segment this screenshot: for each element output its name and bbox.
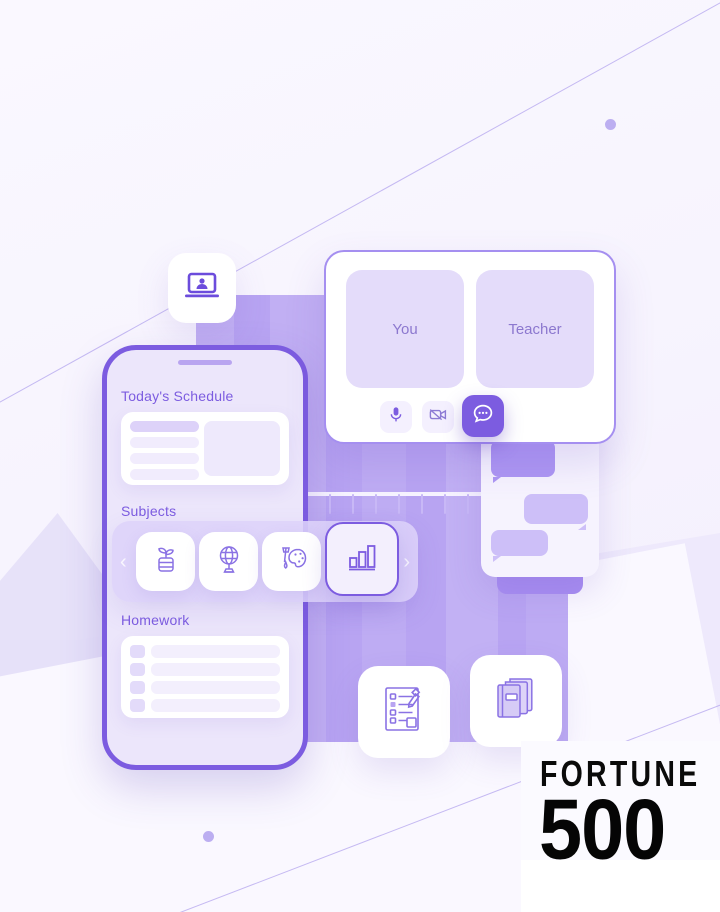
homework-checkbox[interactable] [130,645,145,658]
schedule-row [130,453,199,464]
schedule-preview [204,421,280,476]
subject-carousel: ‹ › [112,521,418,602]
message-bubble-outgoing [524,494,588,524]
ruler-tick [352,494,354,514]
homework-item-label [151,663,280,676]
carousel-prev-button[interactable]: ‹ [120,552,127,572]
video-off-icon [429,407,447,427]
globe-icon [213,543,245,581]
ruler-tick [444,494,446,514]
palette-icon [275,544,309,579]
measuring-ruler [300,492,496,520]
microphone-icon [389,406,403,428]
subject-tile-biology[interactable] [136,532,195,591]
homework-item-label [151,681,280,694]
homework-section-title: Homework [121,612,190,628]
plant-icon [151,543,181,580]
homework-item-label [151,699,280,712]
books-tile[interactable] [470,655,562,747]
video-tile-you[interactable]: You [346,270,464,388]
subject-tile-art[interactable] [262,532,321,591]
subjects-section-title: Subjects [121,503,177,519]
badge-panel-base [521,860,720,912]
illustration-canvas: Today's Schedule Subjects Homework ‹ › Y… [0,0,720,912]
message-bubble-incoming [491,530,548,562]
homework-card[interactable] [121,636,289,718]
video-tile-teacher[interactable]: Teacher [476,270,594,388]
ruler-tick [375,494,377,514]
ruler-tick [329,494,331,514]
ruler-tick [398,494,400,514]
video-call-card: You Teacher [324,250,616,444]
homework-item[interactable] [130,681,280,694]
homework-item[interactable] [130,699,280,712]
laptop-person-icon [183,271,221,306]
video-tile-teacher-label: Teacher [508,320,562,338]
homework-checkbox[interactable] [130,681,145,694]
phone-speaker-notch [178,360,232,365]
online-class-tile[interactable] [168,253,236,323]
message-bubble-incoming [491,440,555,483]
homework-item[interactable] [130,645,280,658]
accent-dot-bottom-left [203,831,214,842]
mute-toggle-button[interactable] [380,401,412,433]
schedule-row [130,437,199,448]
chat-toggle-button[interactable] [462,395,504,437]
bar-chart-icon [343,540,381,579]
accent-dot-top-right [605,119,616,130]
video-tile-you-label: You [392,320,418,338]
chat-bubble-icon [472,403,494,429]
schedule-section-title: Today's Schedule [121,388,234,404]
camera-toggle-button[interactable] [422,401,454,433]
carousel-next-button[interactable]: › [403,552,410,572]
schedule-card[interactable] [121,412,289,485]
homework-item[interactable] [130,663,280,676]
schedule-row [130,421,199,432]
books-stack-icon [490,674,542,729]
schedule-row [130,469,199,480]
assignment-tile[interactable] [358,666,450,758]
ruler-tick [467,494,469,514]
ruler-tick [421,494,423,514]
subject-tile-geography[interactable] [199,532,258,591]
homework-checkbox[interactable] [130,663,145,676]
homework-checkbox[interactable] [130,699,145,712]
assignment-checklist-icon [379,683,429,742]
schedule-row-list [130,421,199,485]
homework-item-label [151,645,280,658]
subject-tile-statistics[interactable] [325,522,399,596]
